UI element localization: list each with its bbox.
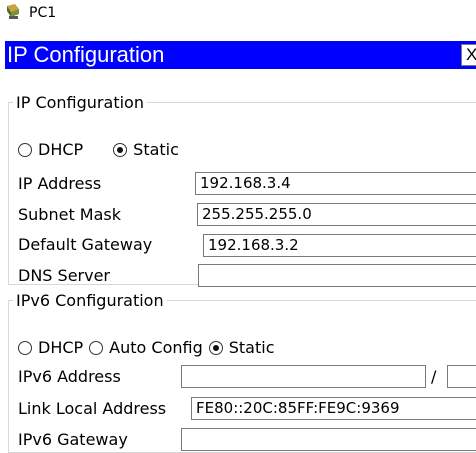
ip-address-input[interactable]: 192.168.3.4 (195, 172, 476, 195)
pc-icon (7, 4, 19, 19)
default-gateway-input[interactable]: 192.168.3.2 (203, 234, 476, 257)
banner-title: IP Configuration (7, 42, 165, 67)
link-local-input[interactable]: FE80::20C:85FF:FE9C:9369 (191, 397, 476, 420)
ipv6-static-radio[interactable] (208, 340, 223, 355)
ipv6-static-label[interactable]: Static (229, 338, 275, 357)
config-panel: IP Configuration DHCP Static IP Address … (8, 79, 476, 453)
ipv6-prefix-input[interactable] (447, 365, 476, 388)
config-banner: IP Configuration X (5, 41, 476, 69)
ipv6-legend: IPv6 Configuration (16, 291, 164, 310)
close-button[interactable]: X (461, 44, 476, 66)
ipv4-dhcp-radio[interactable] (18, 142, 32, 157)
ipv6-address-input[interactable] (181, 365, 426, 388)
ipv6-dhcp-label[interactable]: DHCP (38, 338, 83, 357)
window-titlebar: PC1 (0, 0, 476, 30)
default-gateway-label: Default Gateway (18, 235, 153, 254)
ipv6-auto-config-radio[interactable] (89, 340, 104, 355)
ip-address-label: IP Address (18, 174, 102, 193)
ipv4-static-radio[interactable] (113, 142, 128, 157)
ipv6-gateway-input[interactable] (181, 428, 476, 451)
link-local-label: Link Local Address (18, 399, 167, 418)
ipv6-mode-row: DHCP Auto Config Static (18, 338, 275, 357)
ipv6-dhcp-radio[interactable] (18, 340, 32, 355)
ipv4-dhcp-label[interactable]: DHCP (38, 140, 83, 159)
dns-server-label: DNS Server (18, 266, 110, 285)
prefix-separator: / (431, 367, 437, 386)
dns-server-input[interactable] (198, 264, 476, 287)
ipv4-static-label[interactable]: Static (133, 140, 179, 159)
ipv6-address-label: IPv6 Address (18, 367, 121, 386)
window-title: PC1 (29, 5, 57, 21)
subnet-mask-label: Subnet Mask (18, 205, 122, 224)
ipv6-auto-config-label[interactable]: Auto Config (109, 338, 203, 357)
subnet-mask-input[interactable]: 255.255.255.0 (197, 203, 476, 226)
ipv4-legend: IP Configuration (16, 93, 144, 112)
ipv4-mode-row: DHCP Static (18, 140, 179, 159)
ipv6-gateway-label: IPv6 Gateway (18, 430, 128, 449)
ipv4-config-group: IP Configuration DHCP Static IP Address … (8, 93, 476, 287)
